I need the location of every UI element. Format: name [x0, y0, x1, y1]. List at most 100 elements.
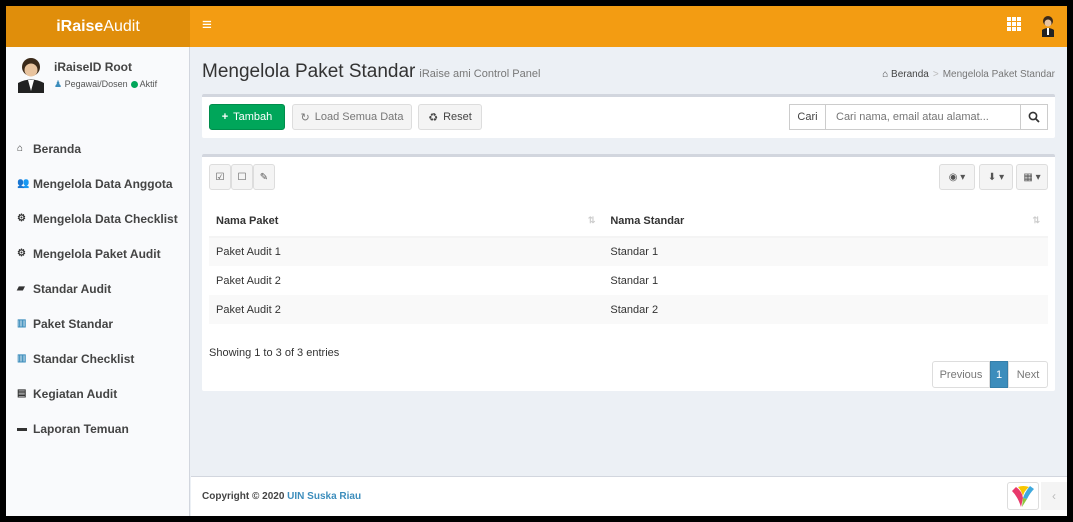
yii-logo-button[interactable] — [1007, 482, 1039, 510]
breadcrumb-separator: > — [932, 69, 939, 80]
sidebar-item-label: Standar Checklist — [33, 351, 135, 366]
columns-button[interactable]: ▦ ▾ — [1016, 164, 1048, 190]
entries-info: Showing 1 to 3 of 3 entries — [209, 347, 340, 359]
id-card-icon: ▤ — [17, 388, 27, 399]
sidebar-item-label: Standar Audit — [33, 281, 112, 296]
bar-chart-icon: ▥ — [17, 353, 27, 364]
refresh-icon: ↻ — [300, 111, 310, 124]
brand-logo[interactable]: iRaiseAudit — [6, 6, 190, 47]
user-panel: iRaiseID Root ♟ Pegawai/Dosen Aktif — [16, 57, 186, 103]
apps-grid-icon[interactable] — [1007, 17, 1021, 31]
check-all-button[interactable]: ☑ — [209, 164, 231, 190]
copyright-link[interactable]: UIN Suska Riau — [287, 491, 361, 502]
home-icon: ⌂ — [882, 69, 889, 80]
app-window: iRaiseAudit ≡ iRaiseID Root ♟ Pegawai/Do… — [6, 6, 1067, 516]
sidebar-item-label: Paket Standar — [33, 316, 114, 331]
reset-button[interactable]: ♻ Reset — [418, 104, 482, 130]
empty-box-icon: ☐ — [237, 171, 247, 183]
sidebar-item-label: Laporan Temuan — [33, 421, 129, 436]
user-icon: ♟ — [54, 79, 63, 89]
avatar — [18, 58, 44, 93]
book-icon: ▰ — [17, 283, 25, 294]
table-cell: Paket Audit 2 — [209, 295, 604, 324]
sidebar-menu: ⌂ Beranda 👥 Mengelola Data Anggota ⚙ Mengel… — [6, 131, 190, 446]
page-title-text: Mengelola Paket Standar — [202, 61, 416, 82]
table-row[interactable]: Paket Audit 2 Standar 1 — [209, 266, 1048, 295]
yii-logo-icon — [1012, 486, 1034, 507]
view-toggle-button[interactable]: ◉ ▾ — [939, 164, 975, 190]
sidebar-item-kegiatan-audit[interactable]: ▤ Kegiatan Audit — [6, 376, 190, 411]
sort-icon: ⇅ — [587, 215, 596, 225]
brand-rest: Audit — [103, 18, 140, 35]
reset-label: Reset — [443, 111, 472, 123]
sidebar-item-standar-checklist[interactable]: ▥ Standar Checklist — [6, 341, 190, 376]
pagination: Previous 1 Next — [932, 361, 1048, 388]
column-header-label: Nama Paket — [216, 214, 279, 227]
export-button[interactable]: ⬇ ▾ — [979, 164, 1013, 190]
copyright: Copyright © 2020 UIN Suska Riau — [202, 491, 361, 502]
plus-icon: + — [221, 111, 229, 123]
search-input[interactable] — [825, 104, 1021, 130]
toolbar-box: + Tambah ↻ Load Semua Data ♻ Reset Cari — [202, 94, 1055, 138]
table-cell: Standar 1 — [610, 274, 659, 287]
status-dot-icon — [130, 80, 138, 88]
user-role-text: Pegawai/Dosen — [64, 79, 128, 89]
sidebar-item-label: Kegiatan Audit — [33, 386, 118, 401]
cogs-icon: ⚙ — [17, 248, 26, 259]
top-navbar: iRaiseAudit ≡ — [6, 6, 1067, 47]
sidebar-item-mengelola-data-anggota[interactable]: 👥 Mengelola Data Anggota — [6, 166, 190, 201]
pagination-next[interactable]: Next — [1008, 361, 1048, 388]
table-cell: Standar 2 — [603, 295, 1048, 324]
sidebar-item-label: Mengelola Data Checklist — [33, 211, 178, 226]
footer: Copyright © 2020 UIN Suska Riau ‹ — [191, 476, 1067, 516]
recycle-icon: ♻ — [428, 111, 439, 124]
pagination-page-1[interactable]: 1 — [990, 361, 1008, 388]
sidebar-item-paket-standar[interactable]: ▥ Paket Standar — [6, 306, 190, 341]
sidebar-item-laporan-temuan[interactable]: ▬ Laporan Temuan — [6, 411, 190, 446]
sidebar-item-mengelola-data-checklist[interactable]: ⚙ Mengelola Data Checklist — [6, 201, 190, 236]
add-button[interactable]: + Tambah — [209, 104, 285, 130]
sidebar-item-mengelola-paket-audit[interactable]: ⚙ Mengelola Paket Audit — [6, 236, 190, 271]
search-button[interactable] — [1020, 104, 1048, 130]
brand-bold: iRaise — [56, 18, 104, 35]
sidebar-item-label: Beranda — [33, 141, 82, 156]
edit-button[interactable]: ✎ — [253, 164, 275, 190]
pencil-icon: ✎ — [259, 171, 269, 183]
sidebar-item-label: Mengelola Data Anggota — [33, 176, 173, 191]
table-row[interactable]: Paket Audit 1 Standar 1 — [209, 237, 1048, 266]
user-name: iRaiseID Root — [54, 60, 133, 74]
data-table: Nama Paket ⇅ Nama Standar ⇅ Paket Audit 1S… — [209, 205, 1048, 324]
copyright-text: Copyright © 2020 — [202, 491, 285, 502]
user-role: ♟ Pegawai/Dosen Aktif — [54, 79, 157, 90]
sidebar-toggle-icon[interactable]: ≡ — [202, 15, 212, 35]
column-header-nama-standar[interactable]: Nama Standar ⇅ — [603, 205, 1048, 238]
cogs-icon: ⚙ — [17, 213, 26, 224]
table-row[interactable]: Paket Audit 2 Standar 2 — [209, 295, 1048, 324]
column-header-nama-paket[interactable]: Nama Paket ⇅ — [209, 205, 604, 238]
home-icon: ⌂ — [17, 143, 24, 154]
breadcrumb: ⌂ Beranda > Mengelola Paket Standar — [882, 69, 1055, 80]
user-status: Aktif — [139, 79, 158, 89]
sidebar-item-beranda[interactable]: ⌂ Beranda — [6, 131, 190, 166]
chevron-left-icon[interactable]: ‹ — [1041, 482, 1067, 510]
columns-icon: ▦ ▾ — [1023, 171, 1041, 183]
column-header-label: Nama Standar — [610, 214, 685, 227]
sidebar-item-standar-audit[interactable]: ▰ Standar Audit — [6, 271, 190, 306]
table-header-row: Nama Paket ⇅ Nama Standar ⇅ — [209, 205, 1048, 238]
table-cell: Standar 1 — [603, 237, 1048, 266]
page-subtitle: iRaise ami Control Panel — [419, 68, 541, 80]
uncheck-all-button[interactable]: ☐ — [231, 164, 253, 190]
load-all-label: Load Semua Data — [314, 111, 404, 123]
add-button-label: Tambah — [233, 111, 273, 123]
breadcrumb-current: Mengelola Paket Standar — [942, 69, 1055, 80]
table-cell: Paket Audit 1 — [209, 237, 604, 266]
download-icon: ⬇ ▾ — [987, 171, 1005, 183]
search-icon — [1028, 111, 1040, 123]
folder-icon: ▬ — [17, 423, 27, 434]
table-cell: Paket Audit 2 — [216, 274, 281, 287]
user-avatar-icon[interactable] — [1041, 15, 1055, 37]
breadcrumb-home[interactable]: Beranda — [891, 69, 929, 80]
load-all-button[interactable]: ↻ Load Semua Data — [292, 104, 412, 130]
pagination-previous[interactable]: Previous — [932, 361, 990, 388]
users-icon: 👥 — [17, 178, 30, 189]
